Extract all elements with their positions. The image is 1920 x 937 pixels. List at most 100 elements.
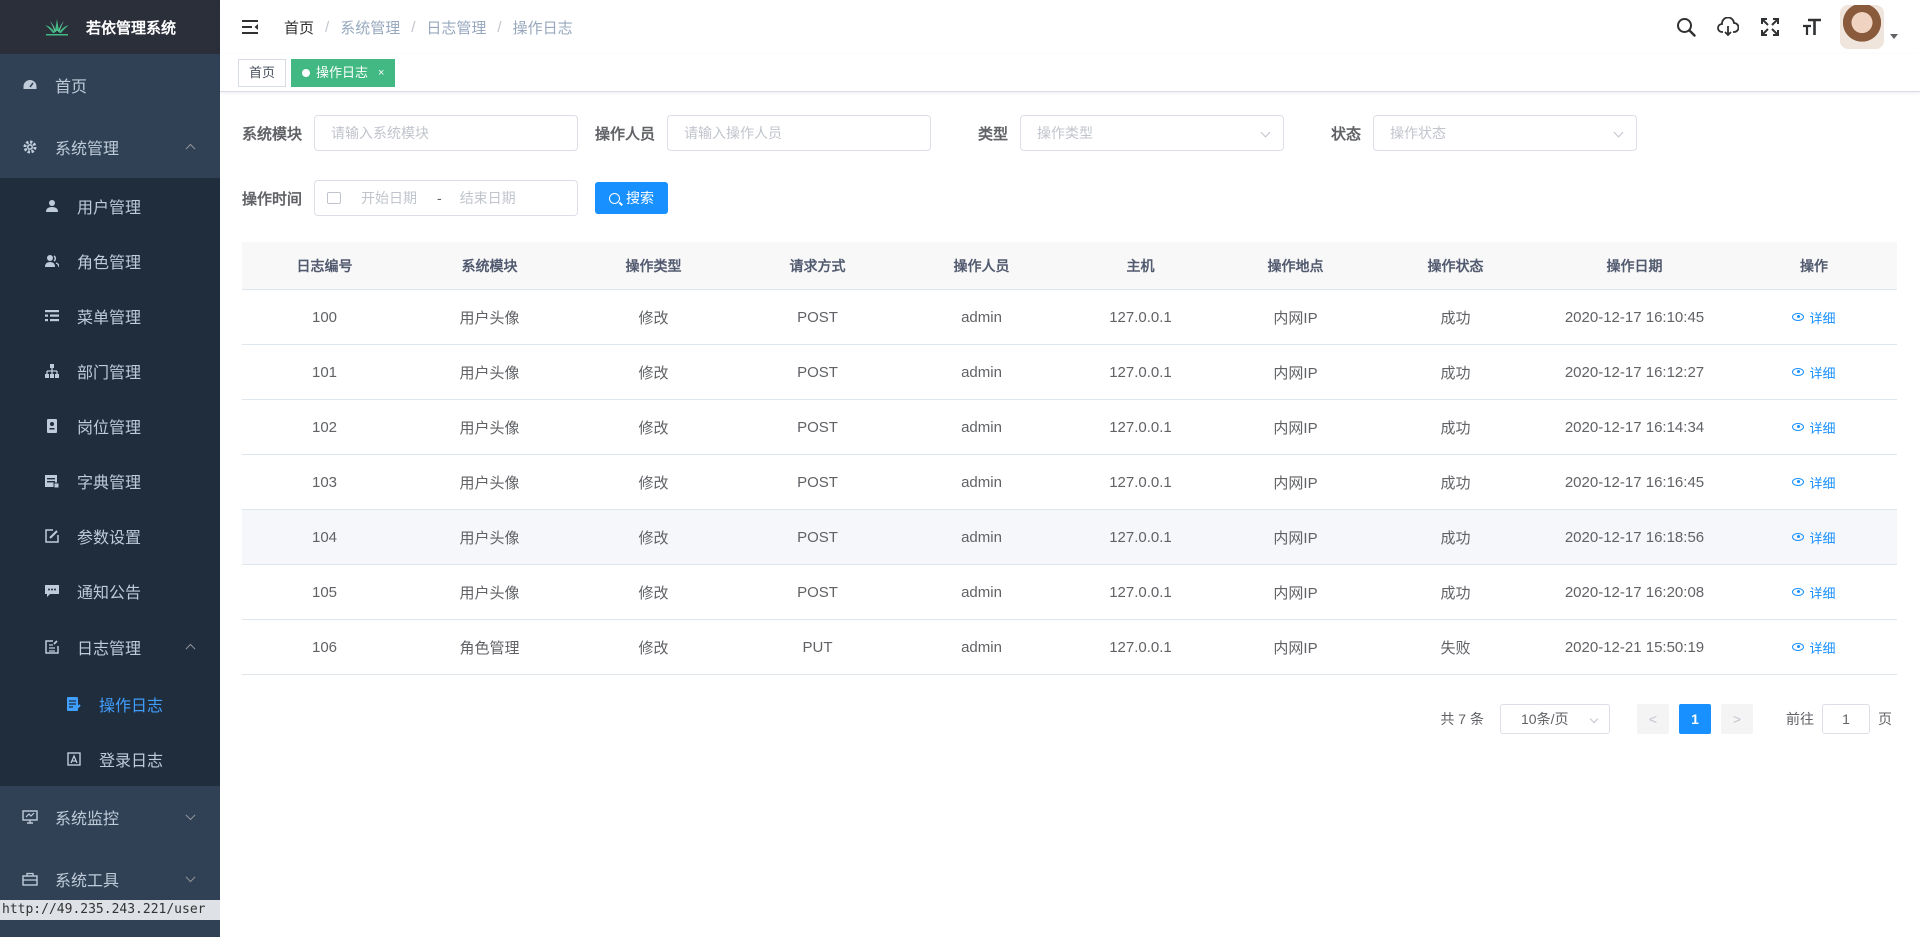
tags-view: 首页 操作日志 × xyxy=(220,54,1920,92)
caret-down-icon[interactable] xyxy=(1890,33,1898,39)
table-row[interactable]: 100 用户头像 修改 POST admin 127.0.0.1 内网IP 成功 2020-12… xyxy=(242,290,1897,345)
table-row[interactable]: 106 角色管理 修改 PUT admin 127.0.0.1 内网IP 失败 2020-12-… xyxy=(242,620,1897,675)
table-cell: 127.0.0.1 xyxy=(1109,363,1172,381)
type-select[interactable]: 操作类型 xyxy=(1020,115,1285,151)
end-date-placeholder[interactable]: 结束日期 xyxy=(460,188,516,208)
avatar[interactable] xyxy=(1840,5,1884,49)
sidebar-item-label: 系统工具 xyxy=(55,873,120,890)
table-cell: POST xyxy=(797,418,838,436)
column-header: 操作地点 xyxy=(1267,257,1324,274)
search-form-row-1: 系统模块 请输入系统模块 操作人员 请输入操作人员 类型 操作类型 状态 操作状… xyxy=(242,115,1638,151)
sidebar-item-monitor[interactable]: 系统监控 xyxy=(0,786,220,848)
page-number[interactable]: 1 xyxy=(1679,704,1711,734)
table-body: 100 用户头像 修改 POST admin 127.0.0.1 内网IP 成功 2020-12… xyxy=(242,290,1897,675)
sidebar-item-roles[interactable]: 角色管理 xyxy=(0,233,220,288)
action-cell: 详细 xyxy=(1731,528,1897,547)
search-icon xyxy=(609,192,621,204)
sidebar-item-depts[interactable]: 部门管理 xyxy=(0,343,220,398)
table-cell: 103 xyxy=(311,473,338,491)
breadcrumb: 首页 / 系统管理 / 日志管理 / 操作日志 xyxy=(284,17,573,38)
table-cell: 角色管理 xyxy=(459,639,520,657)
detail-button[interactable]: 详细 xyxy=(1792,528,1836,547)
time-label: 操作时间 xyxy=(242,190,303,208)
pagination-total: 共 7 条 xyxy=(1440,711,1484,727)
table-row[interactable]: 101 用户头像 修改 POST admin 127.0.0.1 内网IP 成功 2020-12… xyxy=(242,345,1897,400)
table-row[interactable]: 102 用户头像 修改 POST admin 127.0.0.1 内网IP 成功 2020-12… xyxy=(242,400,1897,455)
page-size-value: 10条/页 xyxy=(1521,711,1569,727)
fullscreen-icon[interactable] xyxy=(1758,15,1782,39)
sidebar-item-operlog[interactable]: 操作日志 xyxy=(0,676,220,731)
table-cell: 2020-12-21 15:50:19 xyxy=(1564,638,1705,656)
sidebar-item-users[interactable]: 用户管理 xyxy=(0,178,220,233)
table-cell: admin xyxy=(961,363,1002,381)
detail-button[interactable]: 详细 xyxy=(1792,583,1836,602)
close-icon[interactable]: × xyxy=(378,60,384,86)
detail-label: 详细 xyxy=(1809,365,1836,381)
app-title: 若依管理系统 xyxy=(86,19,177,37)
system-submenu: 用户管理 角色管理 菜单管理 部门管理 岗位管理 字典管理 参数设置 通知公告 xyxy=(0,178,220,786)
table-cell: 成功 xyxy=(1440,419,1471,437)
sidebar-item-log[interactable]: 日志管理 xyxy=(0,618,220,676)
tag-operlog[interactable]: 操作日志 × xyxy=(291,58,396,87)
table-row[interactable]: 103 用户头像 修改 POST admin 127.0.0.1 内网IP 成功 2020-12… xyxy=(242,455,1897,510)
sidebar-item-posts[interactable]: 岗位管理 xyxy=(0,398,220,453)
table-cell: 内网IP xyxy=(1273,529,1318,547)
log-submenu: 操作日志 登录日志 xyxy=(0,676,220,786)
sidebar-item-config[interactable]: 参数设置 xyxy=(0,508,220,563)
breadcrumb-item-home[interactable]: 首页 xyxy=(284,17,314,38)
status-select[interactable]: 操作状态 xyxy=(1373,115,1638,151)
table-cell: POST xyxy=(797,583,838,601)
gear-icon xyxy=(22,139,38,155)
table-cell: 修改 xyxy=(638,639,669,657)
sidebar-item-system[interactable]: 系统管理 xyxy=(0,116,220,178)
table-cell: 127.0.0.1 xyxy=(1109,528,1172,546)
sidebar-item-dict[interactable]: 字典管理 xyxy=(0,453,220,508)
table-row[interactable]: 105 用户头像 修改 POST admin 127.0.0.1 内网IP 成功 2020-12… xyxy=(242,565,1897,620)
table-cell: 成功 xyxy=(1440,584,1471,602)
prev-page-button[interactable]: < xyxy=(1637,704,1669,734)
start-date-placeholder[interactable]: 开始日期 xyxy=(361,188,417,208)
search-icon[interactable] xyxy=(1674,15,1698,39)
font-size-icon[interactable] xyxy=(1800,15,1824,39)
table-cell: admin xyxy=(961,418,1002,436)
logo[interactable]: 若依管理系统 xyxy=(0,0,220,54)
table-cell: 104 xyxy=(311,528,338,546)
chevron-down-icon xyxy=(1589,714,1599,724)
sidebar-item-notice[interactable]: 通知公告 xyxy=(0,563,220,618)
eye-icon xyxy=(1792,588,1805,596)
goto-page: 前往 1 页 xyxy=(1786,704,1892,734)
detail-button[interactable]: 详细 xyxy=(1792,308,1836,327)
detail-button[interactable]: 详细 xyxy=(1792,418,1836,437)
column-header: 操作人员 xyxy=(953,257,1010,274)
table-cell: 修改 xyxy=(638,474,669,492)
sidebar-item-logininfor[interactable]: 登录日志 xyxy=(0,731,220,786)
search-button[interactable]: 搜索 xyxy=(595,182,669,214)
detail-button[interactable]: 详细 xyxy=(1792,473,1836,492)
detail-button[interactable]: 详细 xyxy=(1792,638,1836,657)
table-cell: admin xyxy=(961,308,1002,326)
detail-label: 详细 xyxy=(1809,420,1836,436)
right-menu xyxy=(1656,0,1898,54)
detail-button[interactable]: 详细 xyxy=(1792,363,1836,382)
operator-input[interactable]: 请输入操作人员 xyxy=(667,115,932,151)
module-input[interactable]: 请输入系统模块 xyxy=(314,115,579,151)
sidebar-item-home[interactable]: 首页 xyxy=(0,54,220,116)
table-cell: 102 xyxy=(311,418,338,436)
tag-home[interactable]: 首页 xyxy=(238,58,287,87)
cloud-download-icon[interactable] xyxy=(1716,15,1740,39)
hamburger-icon[interactable] xyxy=(240,17,260,37)
sidebar-item-menus[interactable]: 菜单管理 xyxy=(0,288,220,343)
goto-page-input[interactable]: 1 xyxy=(1822,704,1870,734)
eye-icon xyxy=(1792,423,1805,431)
sidebar-item-label: 日志管理 xyxy=(77,641,142,658)
date-range-picker[interactable]: 开始日期 - 结束日期 xyxy=(314,180,579,216)
message-icon xyxy=(44,583,60,599)
page-size-select[interactable]: 10条/页 xyxy=(1500,704,1610,734)
table-cell: 2020-12-17 16:20:08 xyxy=(1564,583,1705,601)
breadcrumb-separator: / xyxy=(497,18,502,36)
chevron-up-icon xyxy=(185,143,196,154)
table-row[interactable]: 104 用户头像 修改 POST admin 127.0.0.1 内网IP 成功 2020-12… xyxy=(242,510,1897,565)
next-page-button[interactable]: > xyxy=(1721,704,1753,734)
table-cell: 用户头像 xyxy=(459,309,520,327)
table-cell: 2020-12-17 16:18:56 xyxy=(1564,528,1705,546)
